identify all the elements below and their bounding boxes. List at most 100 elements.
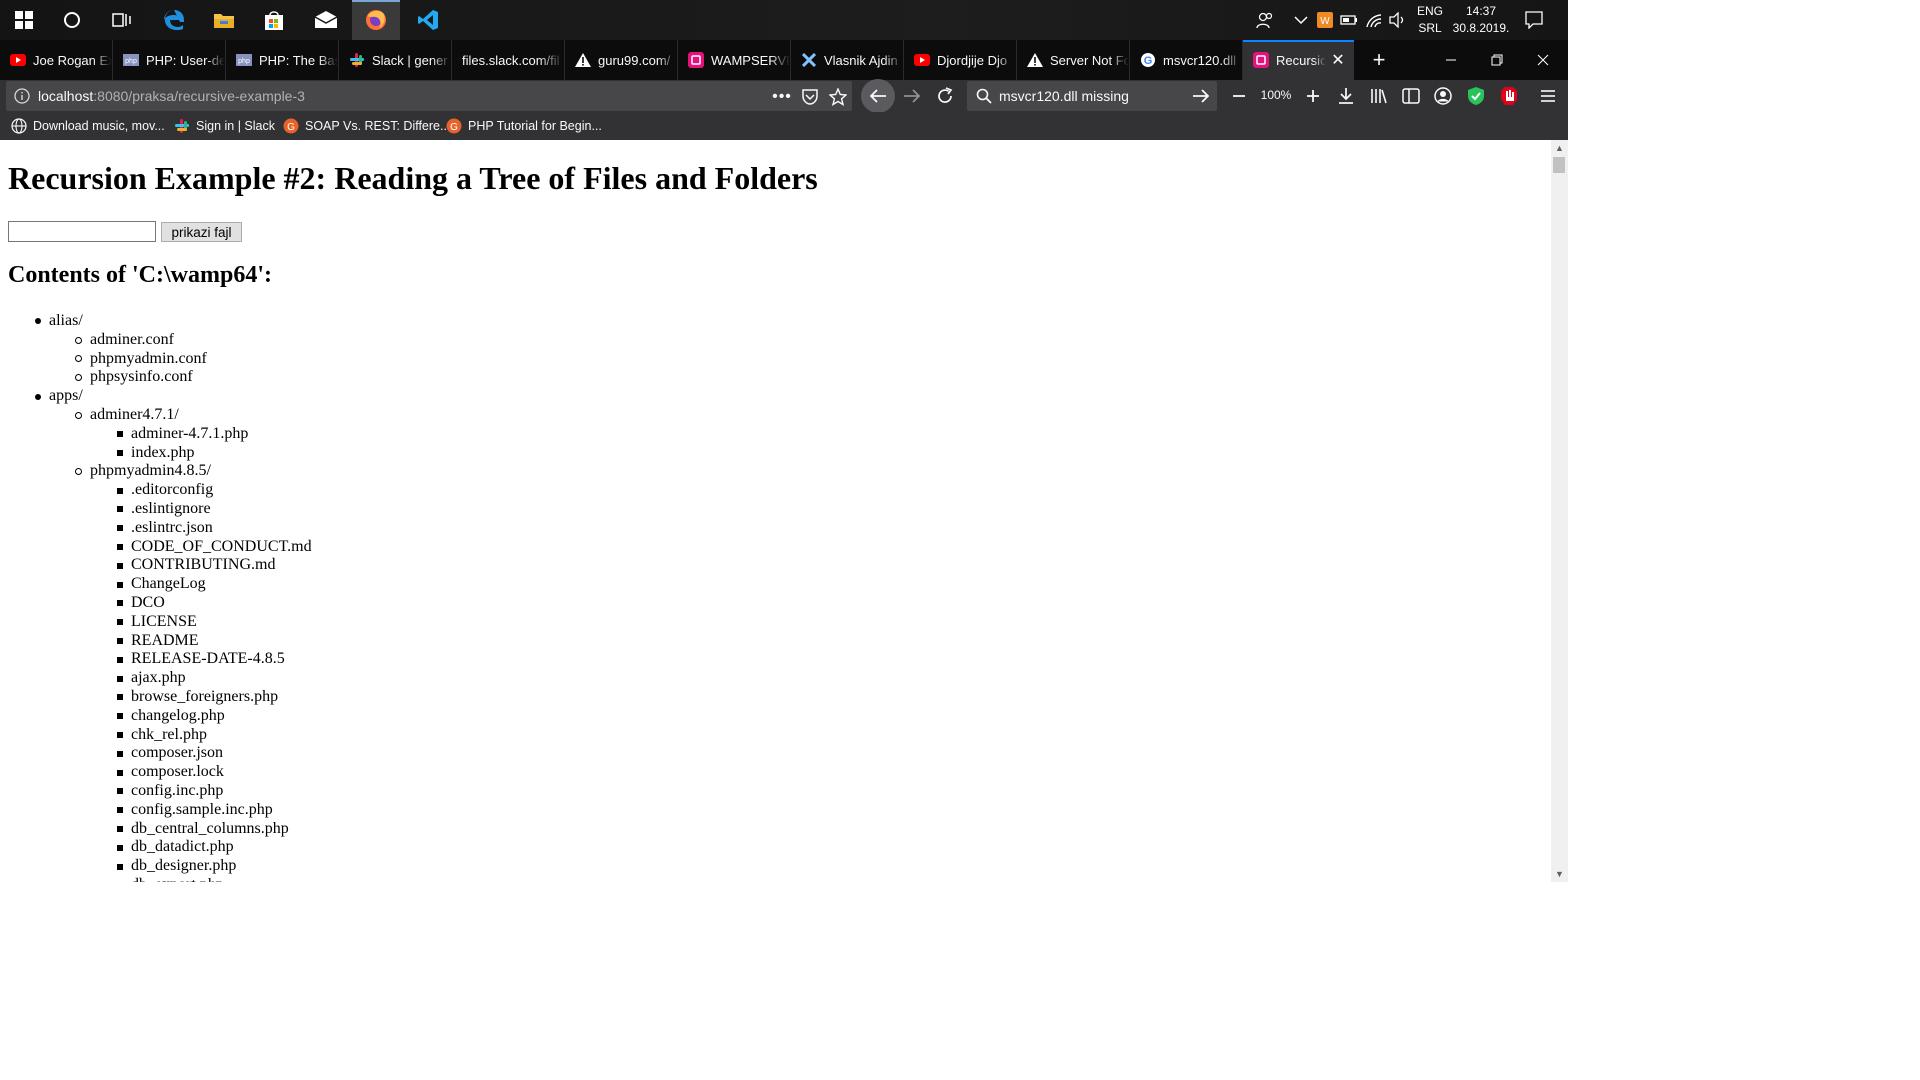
bookmark-star-button[interactable] [826,85,850,109]
slack-icon [174,118,190,134]
wamp-tray[interactable]: W [1315,10,1335,30]
minimize-button[interactable] [1428,40,1474,80]
zoom-out-button[interactable] [1227,84,1251,108]
edge-icon [164,10,184,30]
info-icon[interactable] [14,88,30,104]
tab-recursion-active[interactable]: Recursion ✕ [1243,40,1354,80]
search-go-button[interactable] [1189,84,1213,108]
adblock-extension-button[interactable] [1497,84,1521,108]
edge-button[interactable] [150,0,198,40]
bookmark-soap-vs-rest[interactable]: G SOAP Vs. REST: Differe... [283,116,450,136]
list-bullet [117,713,123,720]
bookmark-download-music[interactable]: Download music, mov... [11,116,165,136]
tab-djordjije[interactable]: Djordjije Djo [904,40,1017,80]
zoom-level[interactable]: 100% [1258,88,1294,102]
scroll-down-arrow[interactable]: ▼ [1551,866,1568,882]
page-title: Recursion Example #2: Reading a Tree of … [8,160,818,196]
task-view-button[interactable] [98,0,146,40]
url-text[interactable]: localhost:8080/praksa/recursive-example-… [38,88,305,104]
tab-slack[interactable]: Slack | gener [339,40,452,80]
shield-extension-button[interactable] [1464,84,1488,108]
tree-item-label: CODE_OF_CONDUCT.md [131,537,312,555]
list-bullet [117,506,123,513]
show-file-button[interactable]: prikazi fajl [161,222,242,242]
tab-msvcr120[interactable]: G msvcr120.dll [1130,40,1243,80]
pocket-button[interactable] [798,85,822,109]
tab-php-user-defined[interactable]: php PHP: User-de [113,40,226,80]
reload-button[interactable] [933,84,957,108]
path-input[interactable] [8,221,156,242]
menu-button[interactable] [1536,84,1560,108]
page-actions-button[interactable]: ••• [770,85,794,109]
new-tab-button[interactable]: + [1356,40,1402,80]
tab-wampserver[interactable]: WAMPSERVE [678,40,791,80]
pocket-icon [802,89,818,105]
zoom-in-button[interactable] [1301,84,1325,108]
tab-files-slack[interactable]: files.slack.com/fil [452,40,565,80]
php-icon: php [236,52,252,68]
tree-item-label: chk_rel.php [131,725,207,743]
windows-start-button[interactable] [0,0,48,40]
vscode-button[interactable] [404,0,452,40]
language-indicator[interactable]: ENG SRL [1408,3,1452,37]
search-input[interactable]: msvcr120.dll missing [999,88,1129,104]
arrow-right-icon [904,89,921,103]
people-tray[interactable] [1255,10,1275,30]
firefox-taskbar-button[interactable] [352,0,400,40]
tab-php-basics[interactable]: php PHP: The Bas [226,40,339,80]
battery-tray[interactable] [1339,10,1359,30]
sidebar-toggle-button[interactable] [1399,84,1423,108]
close-window-button[interactable] [1520,40,1566,80]
downloads-button[interactable] [1334,84,1358,108]
restore-button[interactable] [1474,40,1520,80]
list-bullet [117,656,123,663]
scrollbar-thumb[interactable] [1553,157,1565,173]
tab-server-not-found[interactable]: Server Not Fo [1017,40,1130,80]
list-bullet [117,694,123,701]
bookmark-slack-sign-in[interactable]: Sign in | Slack [174,116,275,136]
close-tab-icon[interactable]: ✕ [1330,50,1346,70]
shield-icon [1468,87,1484,105]
library-button[interactable] [1367,84,1391,108]
list-bullet [117,543,123,550]
tab-guru99[interactable]: guru99.com/ [565,40,678,80]
tab-joe-rogan[interactable]: Joe Rogan Ex [0,40,113,80]
tab-title: Slack | gener [372,52,448,68]
cortana-button[interactable] [48,0,96,40]
volume-tray[interactable] [1388,10,1408,30]
list-bullet [117,731,123,738]
list-bullet [117,581,123,588]
slack-icon [349,52,365,68]
url-host: localhost [38,88,94,104]
tree-item-label: apps/ [49,387,83,405]
mail-button[interactable] [302,0,350,40]
show-hidden-icons[interactable] [1291,10,1311,30]
account-button[interactable] [1431,84,1455,108]
url-bar[interactable]: localhost:8080/praksa/recursive-example-… [6,81,852,111]
tree-item-label: changelog.php [131,706,225,724]
list-bullet [117,600,123,607]
tree-item-label: db_designer.php [131,857,237,875]
file-explorer-button[interactable] [200,0,248,40]
bookmarks-toolbar: Download music, mov... Sign in | Slack G… [0,112,1568,140]
forward-button[interactable] [900,84,924,108]
clock[interactable]: 14:37 30.8.2019. [1452,3,1510,37]
windows-logo-icon [15,11,33,29]
wifi-tray[interactable] [1364,10,1384,30]
tab-vlasnik[interactable]: Vlasnik Ajdin [791,40,904,80]
tree-item-label: alias/ [49,312,83,329]
back-button[interactable] [861,79,895,113]
download-icon [1339,88,1353,104]
list-bullet [117,825,123,832]
list-bullet [117,769,123,776]
action-center[interactable] [1524,10,1544,30]
windows-taskbar: W ENG SRL 14:37 30.8.2019. [0,0,1568,40]
tree-item-label: ajax.php [131,669,186,687]
tree-item-label: phpmyadmin.conf [90,349,207,367]
scroll-up-arrow[interactable]: ▲ [1551,140,1568,156]
store-button[interactable] [250,0,298,40]
bookmark-php-tutorial[interactable]: G PHP Tutorial for Begin... [446,116,602,136]
vertical-scrollbar[interactable] [1551,140,1568,882]
search-bar[interactable]: msvcr120.dll missing [967,81,1217,111]
notification-icon [1525,11,1543,29]
